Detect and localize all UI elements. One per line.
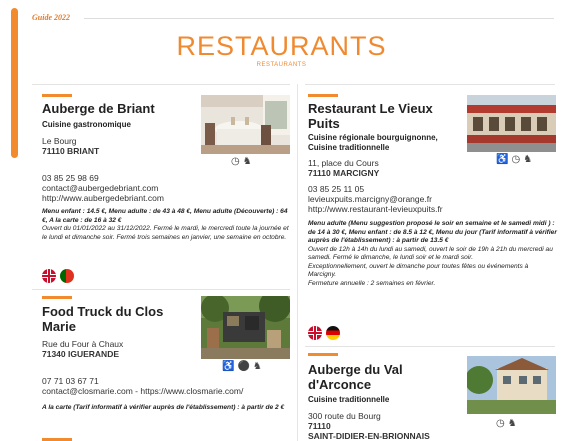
listing-category: Cuisine traditionnelle	[308, 395, 390, 404]
listing-name: Auberge du Val d'Arconce	[308, 362, 403, 392]
accent-bar	[308, 353, 338, 356]
flag-germany-icon	[326, 326, 340, 340]
restaurant-photo	[201, 296, 290, 359]
accessibility-icon: ♿	[496, 154, 509, 165]
page-title: RESTAURANTS	[176, 31, 387, 61]
flag-uk-icon	[42, 269, 56, 283]
restaurant-photo	[467, 95, 556, 152]
column-rule-right	[305, 84, 555, 85]
contact-links[interactable]: contact@closmarie.com - https://www.clos…	[42, 386, 243, 396]
language-flags	[42, 269, 78, 288]
column-rule-left	[32, 84, 290, 85]
listing-name: Food Truck du Clos Marie	[42, 304, 164, 334]
header-rule	[84, 18, 554, 19]
annual-closure: Fermeture annuelle : 2 semaines en févri…	[308, 279, 436, 287]
listing-contact: 03 85 25 11 05 levieuxpuits.marcigny@ora…	[308, 184, 443, 214]
wifi-icon: ◷	[511, 154, 521, 165]
bike-icon: ⚫	[237, 361, 250, 372]
listing-category: Cuisine régionale bourguignonne, Cuisine…	[308, 133, 438, 152]
accent-bar	[42, 296, 72, 299]
guide-label: Guide 2022	[32, 13, 70, 22]
website-link[interactable]: http://www.restaurant-levieuxpuits.fr	[308, 204, 443, 214]
pet-icon: ♞	[242, 156, 252, 167]
restaurant-photo	[201, 95, 290, 154]
pet-icon: ♞	[523, 154, 533, 165]
amenity-icons: ♿ ⚫ ♞	[222, 362, 265, 372]
website-link[interactable]: http://www.aubergedebriant.com	[42, 193, 164, 203]
opening-hours: Ouvert de 12h à 14h du lundi au samedi, …	[308, 245, 553, 262]
pet-icon: ♞	[252, 361, 262, 372]
email-link[interactable]: contact@aubergedebriant.com	[42, 183, 164, 193]
accessibility-icon: ♿	[222, 361, 235, 372]
pricing-menus: Menu adulte (Menu suggestion proposé le …	[308, 220, 557, 244]
listing-address: Le Bourg 71110 BRIANT	[42, 136, 100, 156]
pricing-info: Menu enfant : 14.5 €, Menu adulte : de 4…	[42, 208, 292, 242]
phone-number: 03 85 25 11 05	[308, 184, 365, 194]
card-divider	[32, 289, 290, 290]
listing-contact: 03 85 25 98 69 contact@aubergedebriant.c…	[42, 173, 164, 203]
listing-category: Cuisine gastronomique	[42, 120, 131, 129]
listing-address: Rue du Four à Chaux 71340 IGUERANDE	[42, 339, 124, 359]
column-separator	[297, 84, 298, 441]
pricing-info: A la carte (Tarif informatif à vérifier …	[42, 404, 290, 413]
amenity-icons: ◷ ♞	[231, 157, 255, 167]
accent-bar	[42, 94, 72, 97]
flag-portugal-icon	[60, 269, 74, 283]
language-flags	[308, 326, 344, 345]
amenity-icons: ◷ ♞	[496, 419, 520, 429]
opening-hours: Ouvert du 01/01/2022 au 31/12/2022. Ferm…	[42, 225, 289, 241]
listing-contact: 07 71 03 67 71 contact@closmarie.com - h…	[42, 376, 243, 396]
amenity-icons: ♿ ◷ ♞	[496, 155, 535, 165]
card-divider	[305, 346, 555, 347]
listing-address: 300 route du Bourg 71110 SAINT-DIDIER-EN…	[308, 411, 430, 441]
restaurant-photo	[467, 356, 556, 414]
wifi-icon: ◷	[231, 156, 240, 167]
exceptional-opening: Exceptionnellement, ouvert le dimanche p…	[308, 262, 529, 279]
accent-bar	[308, 94, 338, 97]
wifi-icon: ◷	[496, 418, 505, 429]
pricing-info: Menu adulte (Menu suggestion proposé le …	[308, 220, 557, 288]
listing-name: Auberge de Briant	[42, 101, 155, 116]
phone-number: 07 71 03 67 71	[42, 376, 99, 386]
pricing-menus: A la carte (Tarif informatif à vérifier …	[42, 404, 285, 411]
phone-number: 03 85 25 98 69	[42, 173, 99, 183]
pricing-menus: Menu enfant : 14.5 €, Menu adulte : de 4…	[42, 208, 288, 224]
pet-icon: ♞	[507, 418, 517, 429]
flag-uk-icon	[308, 326, 322, 340]
page-subtitle: RESTAURANTS	[256, 62, 307, 68]
listing-name: Restaurant Le Vieux Puits	[308, 101, 433, 131]
email-link[interactable]: levieuxpuits.marcigny@orange.fr	[308, 194, 443, 204]
listing-address: 11, place du Cours 71110 MARCIGNY	[308, 158, 380, 178]
